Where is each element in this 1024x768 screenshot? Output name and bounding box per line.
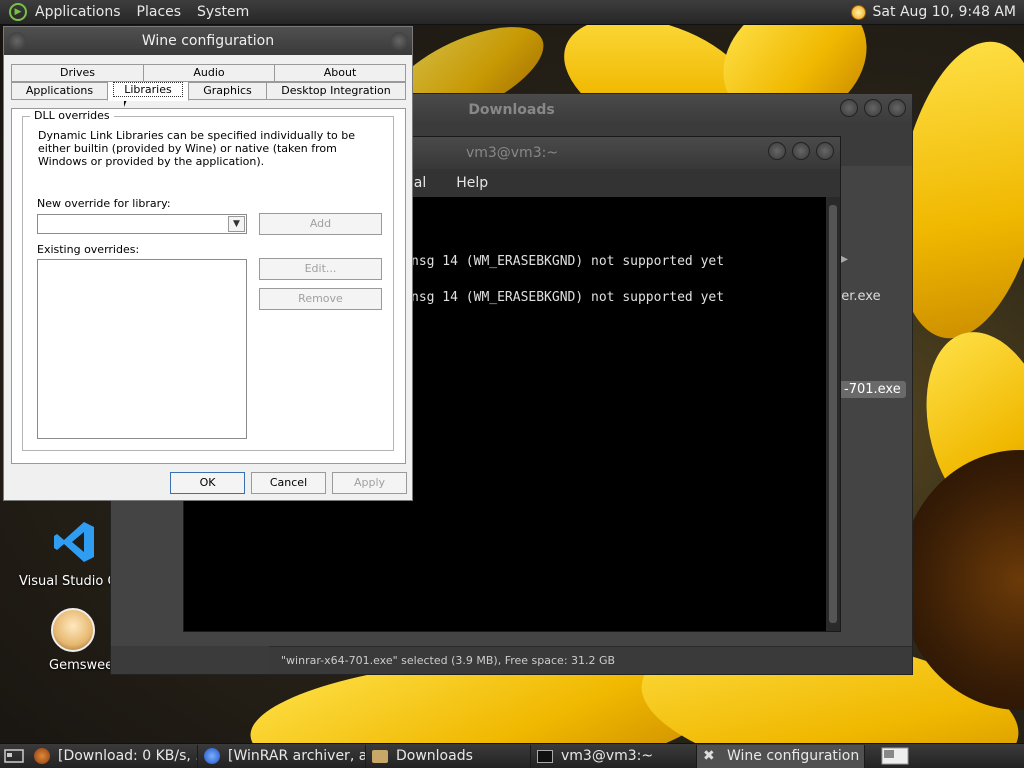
- tab-libraries[interactable]: Libraries: [107, 81, 189, 101]
- top-panel: ▶ Applications Places System Sat Aug 10,…: [0, 0, 1024, 25]
- task-downloads[interactable]: Downloads: [366, 744, 531, 768]
- file-item-selected[interactable]: -701.exe: [839, 381, 906, 398]
- folder-icon: [372, 749, 388, 763]
- bottom-taskbar: [Download: 0 KB/s, ... [WinRAR archiver,…: [0, 743, 1024, 768]
- add-button[interactable]: Add: [259, 213, 382, 235]
- task-winrar[interactable]: [WinRAR archiver, a ...: [198, 744, 366, 768]
- help-menu[interactable]: Help: [456, 175, 488, 191]
- window-title: vm3@vm3:~: [465, 145, 559, 161]
- remove-button[interactable]: Remove: [259, 288, 382, 310]
- close-button[interactable]: [888, 99, 906, 117]
- show-desktop-icon: [4, 749, 24, 763]
- workspace-switcher[interactable]: [881, 746, 911, 766]
- gemsweep-icon: [51, 608, 95, 652]
- desktop-icon-gemsweep[interactable]: Gemsweep: [33, 608, 122, 673]
- tab-drives[interactable]: Drives: [11, 64, 144, 82]
- close-button[interactable]: [816, 142, 834, 160]
- maximize-button[interactable]: [792, 142, 810, 160]
- existing-overrides-list[interactable]: [37, 259, 247, 439]
- tab-graphics[interactable]: Graphics: [188, 82, 267, 100]
- terminal-line: nsg 14 (WM_ERASEBKGND) not supported yet: [411, 290, 725, 305]
- tab-applications[interactable]: Applications: [11, 82, 108, 100]
- tools-icon: ✖: [703, 748, 715, 764]
- desktop-icon-label: Gemsweep: [49, 658, 122, 673]
- workspace-icon: [881, 747, 909, 765]
- show-desktop-button[interactable]: [0, 745, 28, 768]
- task-wine-configuration[interactable]: ✖ Wine configuration: [697, 744, 865, 768]
- applications-menu[interactable]: Applications: [27, 4, 129, 20]
- terminal-line: nsg 14 (WM_ERASEBKGND) not supported yet: [411, 254, 725, 269]
- window-title: Downloads: [468, 102, 555, 118]
- task-firefox-download[interactable]: [Download: 0 KB/s, ...: [28, 744, 198, 768]
- status-bar: "winrar-x64-701.exe" selected (3.9 MB), …: [269, 646, 912, 674]
- weather-icon[interactable]: [850, 4, 866, 20]
- wine-configuration-window[interactable]: Wine configuration Drives Audio About Ap…: [3, 26, 413, 501]
- library-combobox[interactable]: ▼: [37, 214, 247, 234]
- vscode-icon: [54, 522, 94, 562]
- terminal-scrollbar[interactable]: [826, 197, 840, 631]
- browser-icon: [204, 748, 220, 764]
- window-title: Wine configuration: [141, 33, 275, 49]
- close-button[interactable]: [390, 32, 408, 50]
- edit-button[interactable]: Edit...: [259, 258, 382, 280]
- minimize-button[interactable]: [840, 99, 858, 117]
- cancel-button[interactable]: Cancel: [251, 472, 326, 494]
- existing-overrides-label: Existing overrides:: [37, 243, 140, 256]
- maximize-button[interactable]: [864, 99, 882, 117]
- terminal-icon: [537, 749, 553, 763]
- window-menu-button[interactable]: [8, 32, 26, 50]
- firefox-icon: [34, 748, 50, 764]
- system-menu[interactable]: System: [189, 4, 257, 20]
- group-title: DLL overrides: [30, 109, 114, 122]
- clock[interactable]: Sat Aug 10, 9:48 AM: [873, 4, 1016, 20]
- task-terminal[interactable]: vm3@vm3:~: [531, 744, 697, 768]
- apply-button[interactable]: Apply: [332, 472, 407, 494]
- tab-about[interactable]: About: [274, 64, 406, 82]
- new-override-label: New override for library:: [37, 197, 171, 210]
- dll-description: Dynamic Link Libraries can be specified …: [38, 129, 356, 168]
- tab-desktop-integration[interactable]: Desktop Integration: [266, 82, 406, 100]
- chevron-down-icon[interactable]: ▼: [228, 216, 245, 232]
- minimize-button[interactable]: [768, 142, 786, 160]
- tab-audio[interactable]: Audio: [143, 64, 275, 82]
- ok-button[interactable]: OK: [170, 472, 245, 494]
- places-menu[interactable]: Places: [129, 4, 190, 20]
- distro-logo-icon[interactable]: ▶: [9, 3, 27, 21]
- chevron-right-icon[interactable]: ▸: [841, 251, 848, 267]
